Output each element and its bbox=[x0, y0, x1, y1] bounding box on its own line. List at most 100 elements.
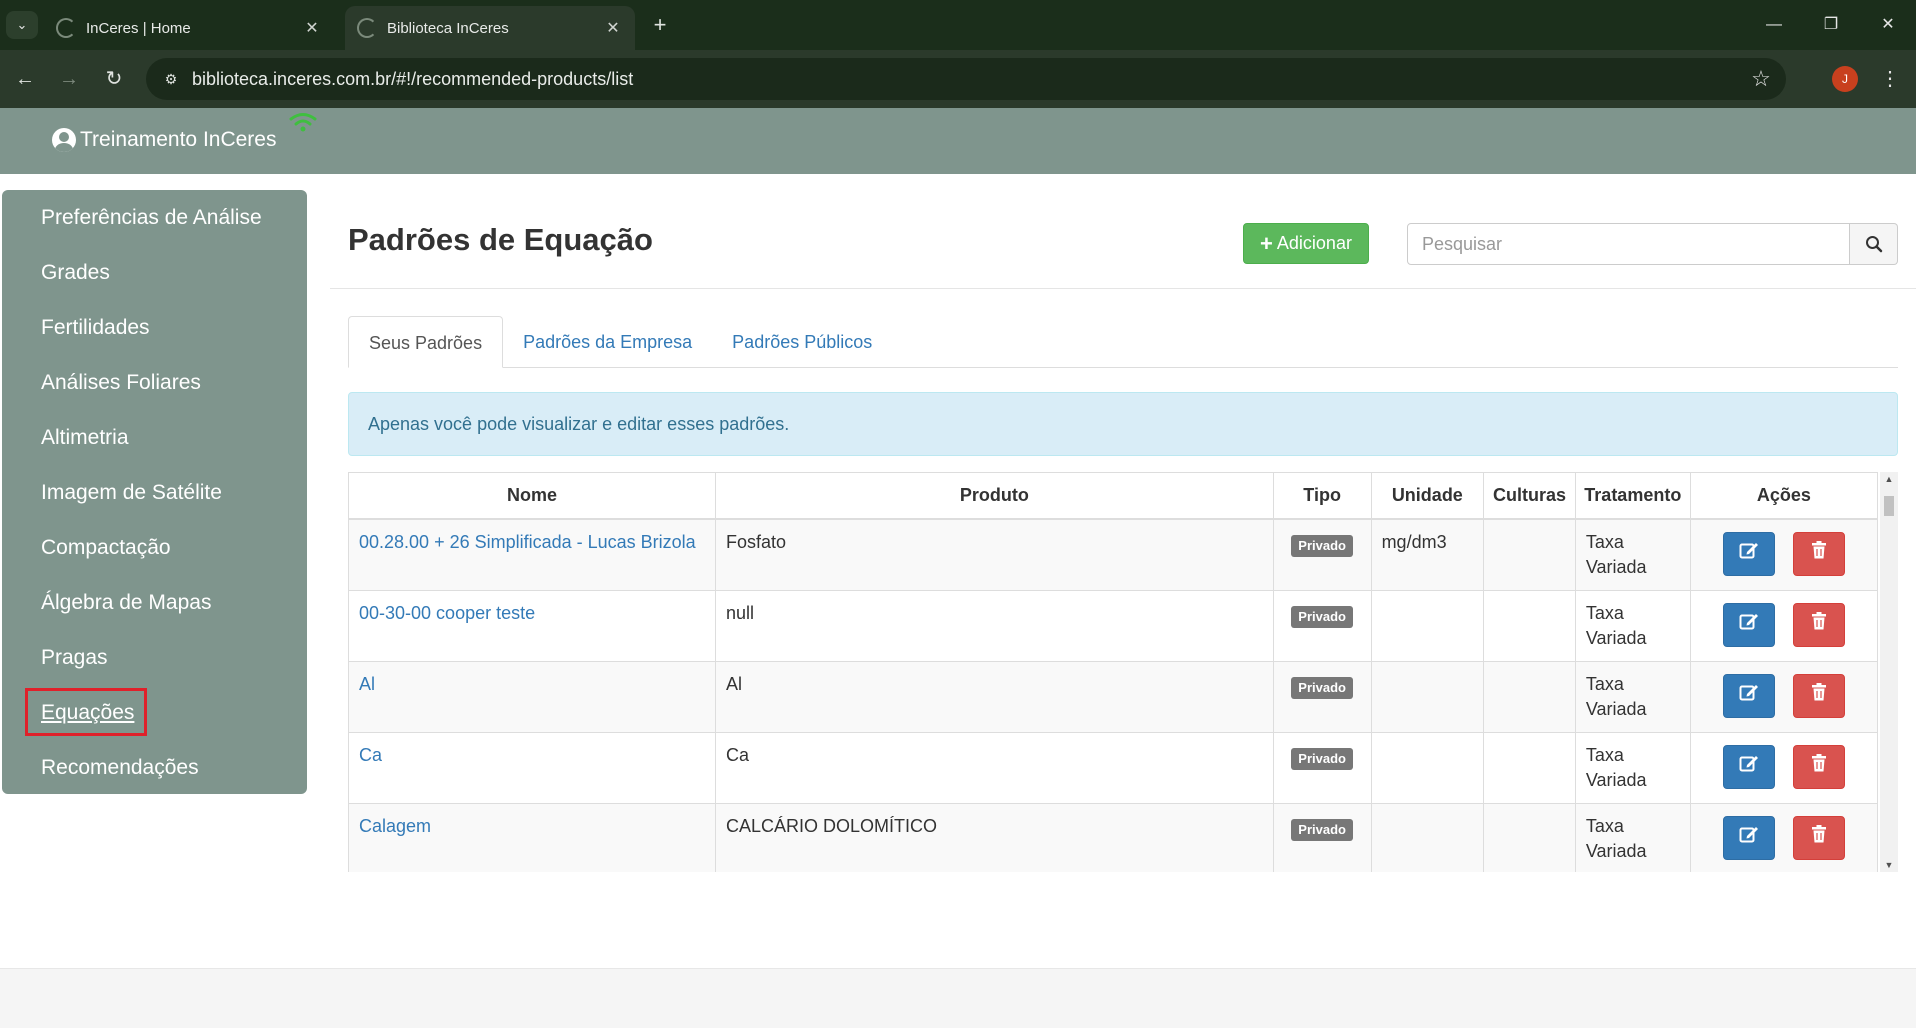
edit-icon bbox=[1739, 541, 1759, 566]
type-badge: Privado bbox=[1291, 534, 1353, 557]
cell-unidade bbox=[1370, 731, 1485, 804]
cell-produto: null bbox=[714, 589, 1274, 662]
bookmark-star-icon[interactable]: ☆ bbox=[1746, 66, 1776, 92]
equation-name-link[interactable]: 00-30-00 cooper teste bbox=[359, 603, 535, 623]
cell-nome: 00.28.00 + 26 Simplificada - Lucas Brizo… bbox=[348, 518, 716, 591]
cell-tipo: Privado bbox=[1272, 518, 1372, 591]
browser-tab-biblioteca[interactable]: Biblioteca InCeres ✕ bbox=[345, 6, 635, 50]
window-close-icon[interactable]: ✕ bbox=[1868, 10, 1908, 40]
user-circle-icon bbox=[52, 128, 76, 152]
table-row: Ca Ca Privado Taxa Variada bbox=[348, 731, 1879, 804]
sidebar-item-recomendacoes[interactable]: Recomendações bbox=[2, 752, 307, 807]
restore-icon[interactable]: ❐ bbox=[1811, 10, 1851, 40]
table-row: 00.28.00 + 26 Simplificada - Lucas Brizo… bbox=[348, 518, 1879, 591]
search-input[interactable] bbox=[1407, 223, 1850, 265]
scroll-up-icon[interactable]: ▲ bbox=[1880, 472, 1898, 486]
url-text[interactable]: biblioteca.inceres.com.br/#!/recommended… bbox=[192, 69, 1746, 90]
delete-button[interactable] bbox=[1792, 744, 1845, 789]
search-button[interactable] bbox=[1850, 223, 1898, 265]
sidebar-item-preferencias-analise[interactable]: Preferências de Análise bbox=[2, 202, 307, 257]
column-header-produto[interactable]: Produto bbox=[714, 472, 1274, 520]
cell-tipo: Privado bbox=[1272, 589, 1372, 662]
sidebar-item-compactacao[interactable]: Compactação bbox=[2, 532, 307, 587]
sidebar-item-altimetria[interactable]: Altimetria bbox=[2, 422, 307, 477]
cell-acoes bbox=[1689, 731, 1879, 804]
delete-button[interactable] bbox=[1792, 815, 1845, 860]
equation-name-link[interactable]: Calagem bbox=[359, 816, 431, 836]
add-button[interactable]: + Adicionar bbox=[1243, 223, 1369, 264]
equation-name-link[interactable]: Al bbox=[359, 674, 375, 694]
column-header-culturas[interactable]: Culturas bbox=[1483, 472, 1576, 520]
sidebar-item-fertilidades[interactable]: Fertilidades bbox=[2, 312, 307, 367]
sidebar-item-label: Grades bbox=[41, 261, 110, 284]
tab-close-icon[interactable]: ✕ bbox=[302, 18, 322, 38]
sidebar-item-algebra-mapas[interactable]: Álgebra de Mapas bbox=[2, 587, 307, 642]
search-group bbox=[1407, 223, 1898, 265]
reload-icon[interactable]: ↻ bbox=[99, 64, 129, 94]
cell-tratamento: Taxa Variada bbox=[1574, 731, 1691, 804]
scrollbar-thumb[interactable] bbox=[1884, 496, 1894, 516]
trash-icon bbox=[1811, 754, 1827, 779]
user-menu[interactable]: Treinamento InCeres bbox=[52, 128, 276, 152]
type-badge: Privado bbox=[1291, 747, 1353, 770]
cell-unidade bbox=[1370, 802, 1485, 872]
trash-icon bbox=[1811, 541, 1827, 566]
scroll-down-icon[interactable]: ▼ bbox=[1880, 858, 1898, 872]
cell-unidade: mg/dm3 bbox=[1370, 518, 1485, 591]
site-settings-icon[interactable]: ⚙ bbox=[160, 68, 182, 90]
sidebar-item-analises-foliares[interactable]: Análises Foliares bbox=[2, 367, 307, 422]
search-icon bbox=[1865, 236, 1882, 253]
profile-avatar[interactable]: J bbox=[1832, 66, 1858, 92]
forward-arrow-icon[interactable]: → bbox=[54, 64, 84, 94]
cell-acoes bbox=[1689, 518, 1879, 591]
column-header-tratamento[interactable]: Tratamento bbox=[1574, 472, 1691, 520]
tab-title: InCeres | Home bbox=[86, 19, 191, 37]
equation-name-link[interactable]: Ca bbox=[359, 745, 382, 765]
cell-acoes bbox=[1689, 660, 1879, 733]
equation-name-link[interactable]: 00.28.00 + 26 Simplificada - Lucas Brizo… bbox=[359, 532, 696, 552]
equations-table: Nome Produto Tipo Unidade Culturas Trata… bbox=[348, 472, 1879, 872]
cell-tipo: Privado bbox=[1272, 731, 1372, 804]
edit-button[interactable] bbox=[1722, 602, 1775, 647]
cell-tipo: Privado bbox=[1272, 802, 1372, 872]
cell-unidade bbox=[1370, 660, 1485, 733]
edit-button[interactable] bbox=[1722, 673, 1775, 718]
tab-seus-padroes[interactable]: Seus Padrões bbox=[348, 316, 504, 368]
edit-icon bbox=[1739, 825, 1759, 850]
sidebar-item-imagem-satelite[interactable]: Imagem de Satélite bbox=[2, 477, 307, 532]
sidebar-item-grades[interactable]: Grades bbox=[2, 257, 307, 312]
trash-icon bbox=[1811, 612, 1827, 637]
sidebar-item-label: Preferências de Análise bbox=[41, 206, 262, 229]
edit-button[interactable] bbox=[1722, 531, 1775, 576]
tab-padroes-publicos[interactable]: Padrões Públicos bbox=[712, 316, 892, 368]
table-row: 00-30-00 cooper teste null Privado Taxa Var… bbox=[348, 589, 1879, 662]
table-row: Calagem CALCÁRIO DOLOMÍTICO Privado Taxa Va… bbox=[348, 802, 1879, 872]
minimize-icon[interactable]: — bbox=[1754, 10, 1794, 40]
browser-tab-inceres-home[interactable]: InCeres | Home ✕ bbox=[44, 6, 334, 50]
back-arrow-icon[interactable]: ← bbox=[10, 64, 40, 94]
trash-icon bbox=[1811, 825, 1827, 850]
cell-culturas bbox=[1483, 660, 1576, 733]
edit-icon bbox=[1739, 612, 1759, 637]
delete-button[interactable] bbox=[1792, 602, 1845, 647]
edit-button[interactable] bbox=[1722, 815, 1775, 860]
address-bar[interactable]: ⚙ biblioteca.inceres.com.br/#!/recommend… bbox=[146, 58, 1786, 100]
add-button-label: Adicionar bbox=[1276, 233, 1352, 253]
table-scrollbar[interactable]: ▲ ▼ bbox=[1880, 472, 1898, 872]
delete-button[interactable] bbox=[1792, 531, 1845, 576]
tab-close-icon[interactable]: ✕ bbox=[603, 18, 623, 38]
cell-tratamento: Taxa Variada bbox=[1574, 802, 1691, 872]
type-badge: Privado bbox=[1291, 605, 1353, 628]
new-tab-plus-icon[interactable]: + bbox=[648, 12, 672, 38]
tab-search-dropdown-icon[interactable]: ⌄ bbox=[6, 11, 38, 39]
tab-title: Biblioteca InCeres bbox=[387, 19, 509, 37]
table-row: Al Al Privado Taxa Variada bbox=[348, 660, 1879, 733]
column-header-unidade[interactable]: Unidade bbox=[1370, 472, 1485, 520]
edit-button[interactable] bbox=[1722, 744, 1775, 789]
tab-padroes-empresa[interactable]: Padrões da Empresa bbox=[503, 316, 712, 368]
column-header-tipo[interactable]: Tipo bbox=[1272, 472, 1372, 520]
browser-menu-icon[interactable]: ⋮ bbox=[1880, 64, 1900, 94]
delete-button[interactable] bbox=[1792, 673, 1845, 718]
cell-produto: Ca bbox=[714, 731, 1274, 804]
column-header-nome[interactable]: Nome bbox=[348, 472, 716, 520]
